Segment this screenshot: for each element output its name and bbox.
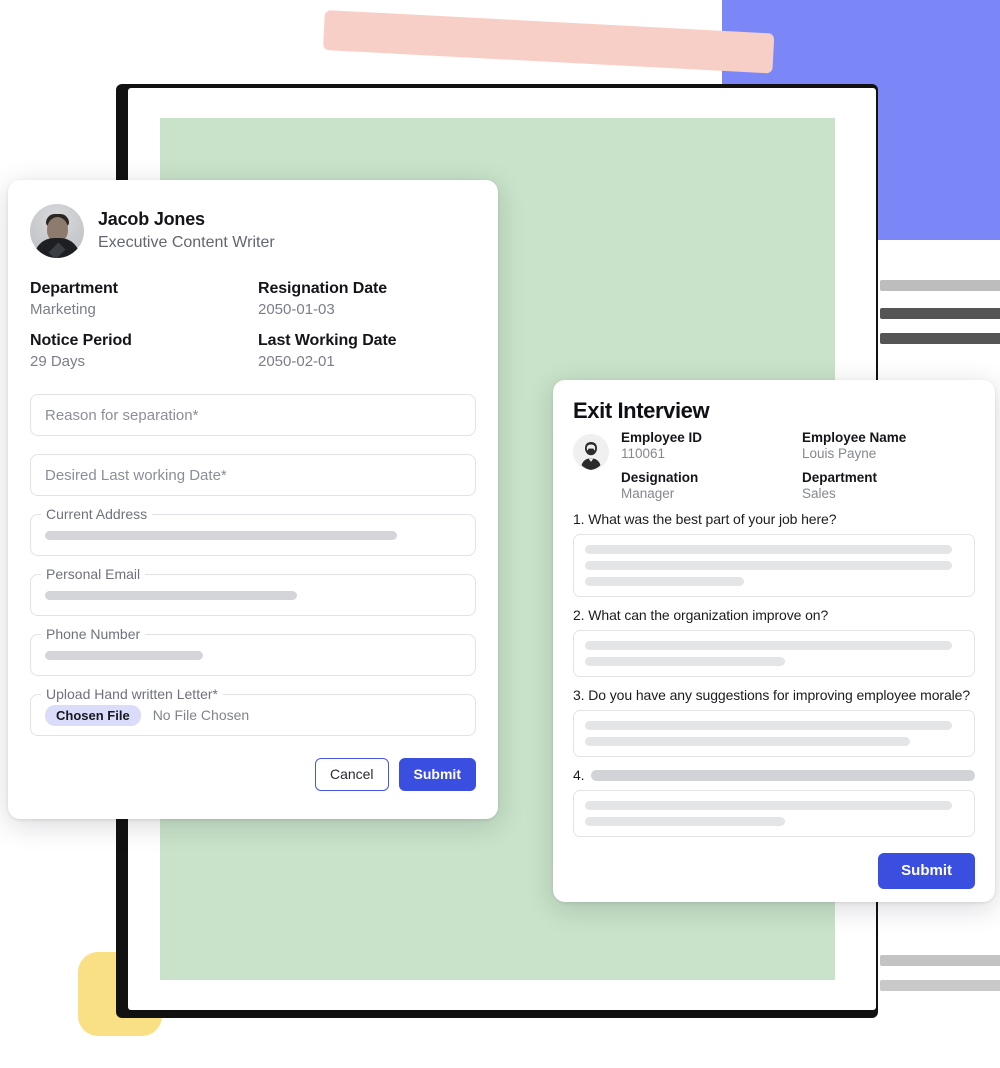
screenshot-stage: Jacob Jones Executive Content Writer Dep… [0, 0, 1000, 1068]
phone-number-input[interactable]: Phone Number [30, 626, 476, 676]
meta-item-notice-period: Notice Period 29 Days [30, 332, 132, 370]
decorative-grey-bar [880, 955, 1000, 966]
employee-role: Executive Content Writer [98, 234, 275, 251]
person-illustration-avatar [573, 434, 609, 470]
cancel-button[interactable]: Cancel [314, 758, 389, 791]
decorative-grey-bar [880, 280, 1000, 291]
question-3-answer-input[interactable] [573, 710, 975, 757]
employee-profile-header: Jacob Jones Executive Content Writer [30, 204, 476, 258]
question-4-text-redacted [591, 769, 975, 781]
resignation-form-actions: Cancel Submit [30, 758, 476, 791]
submit-button[interactable]: Submit [398, 758, 476, 791]
question-3-text: 3. Do you have any suggestions for impro… [573, 687, 971, 703]
decorative-grey-bar [880, 308, 1000, 319]
exit-detail-employee-id: Employee ID 110061 [621, 430, 703, 461]
decorative-pink-shape [322, 10, 775, 74]
reason-for-separation-input[interactable]: Reason for separation* [30, 394, 476, 436]
decorative-grey-bar [880, 333, 1000, 344]
exit-detail-employee-name: Employee Name Louis Payne [802, 430, 907, 461]
exit-detail-department: Department Sales [802, 470, 878, 501]
personal-email-input[interactable]: Personal Email [30, 566, 476, 616]
question-1-answer-input[interactable] [573, 534, 975, 597]
chosen-file-status: No File Chosen [152, 707, 250, 723]
meta-item-department: Department Marketing [30, 280, 118, 318]
upload-handwritten-letter-field[interactable]: Upload Hand written Letter* Chosen File … [30, 686, 476, 736]
chosen-file-button[interactable]: Chosen File [45, 704, 141, 726]
personal-email-label: Personal Email [41, 566, 146, 582]
current-address-label: Current Address [41, 506, 153, 522]
personal-email-value-redacted [45, 590, 297, 600]
resignation-form-card: Jacob Jones Executive Content Writer Dep… [8, 180, 498, 819]
exit-interview-employee-header: Employee ID 110061 Employee Name Louis P… [573, 430, 975, 501]
meta-item-resignation-date: Resignation Date 2050-01-03 [258, 280, 388, 318]
reason-for-separation-placeholder: Reason for separation* [45, 406, 199, 424]
phone-number-label: Phone Number [41, 626, 146, 642]
exit-interview-card: Exit Interview Employee ID 110061 Employ… [553, 380, 995, 902]
phone-number-value-redacted [45, 650, 203, 660]
question-2-answer-input[interactable] [573, 630, 975, 677]
current-address-input[interactable]: Current Address [30, 506, 476, 556]
question-1-text: 1. What was the best part of your job he… [573, 511, 837, 527]
user-photo-avatar [30, 204, 84, 258]
current-address-value-redacted [45, 530, 397, 540]
exit-interview-submit-button[interactable]: Submit [878, 853, 975, 889]
desired-last-working-date-input[interactable]: Desired Last working Date* [30, 454, 476, 496]
question-4-answer-input[interactable] [573, 790, 975, 837]
employee-name: Jacob Jones [98, 208, 205, 229]
exit-interview-actions: Submit [573, 853, 975, 889]
meta-item-last-working-date: Last Working Date 2050-02-01 [258, 332, 397, 370]
decorative-grey-bar [880, 980, 1000, 991]
exit-interview-title: Exit Interview [573, 398, 710, 423]
upload-handwritten-letter-label: Upload Hand written Letter* [41, 686, 223, 702]
exit-detail-designation: Designation Manager [621, 470, 699, 501]
question-2-text: 2. What can the organization improve on? [573, 607, 829, 623]
question-4-text: 4. [573, 767, 975, 783]
desired-last-working-date-placeholder: Desired Last working Date* [45, 466, 227, 484]
employee-meta-grid: Department Marketing Resignation Date 20… [30, 280, 476, 370]
